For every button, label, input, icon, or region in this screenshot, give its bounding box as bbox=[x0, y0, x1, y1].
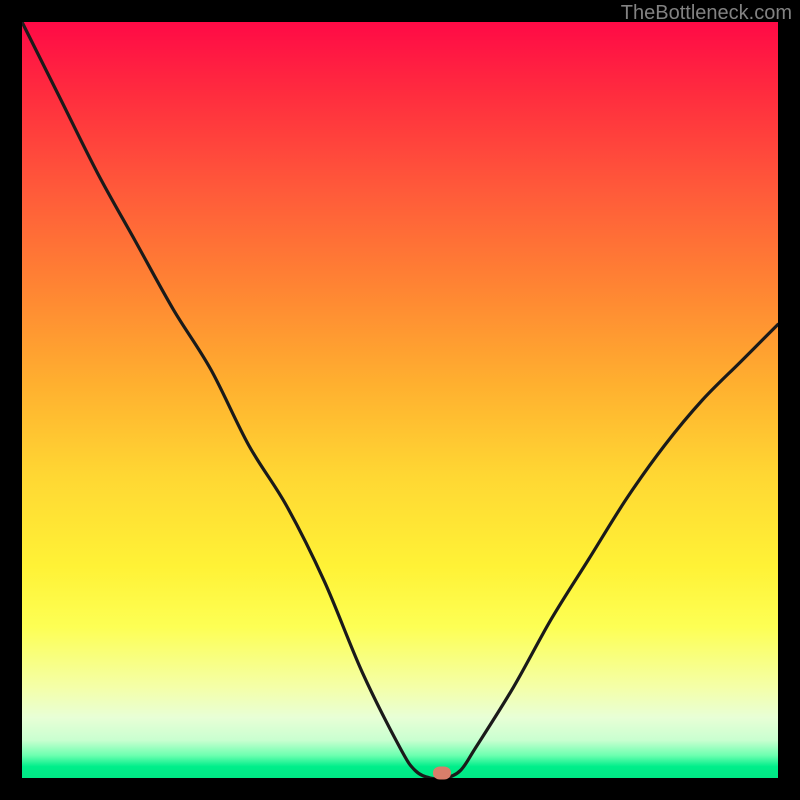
plot-area bbox=[22, 22, 778, 778]
bottleneck-curve bbox=[22, 22, 778, 778]
optimal-marker bbox=[433, 766, 451, 779]
chart-frame: TheBottleneck.com bbox=[0, 0, 800, 800]
watermark-text: TheBottleneck.com bbox=[621, 2, 792, 25]
